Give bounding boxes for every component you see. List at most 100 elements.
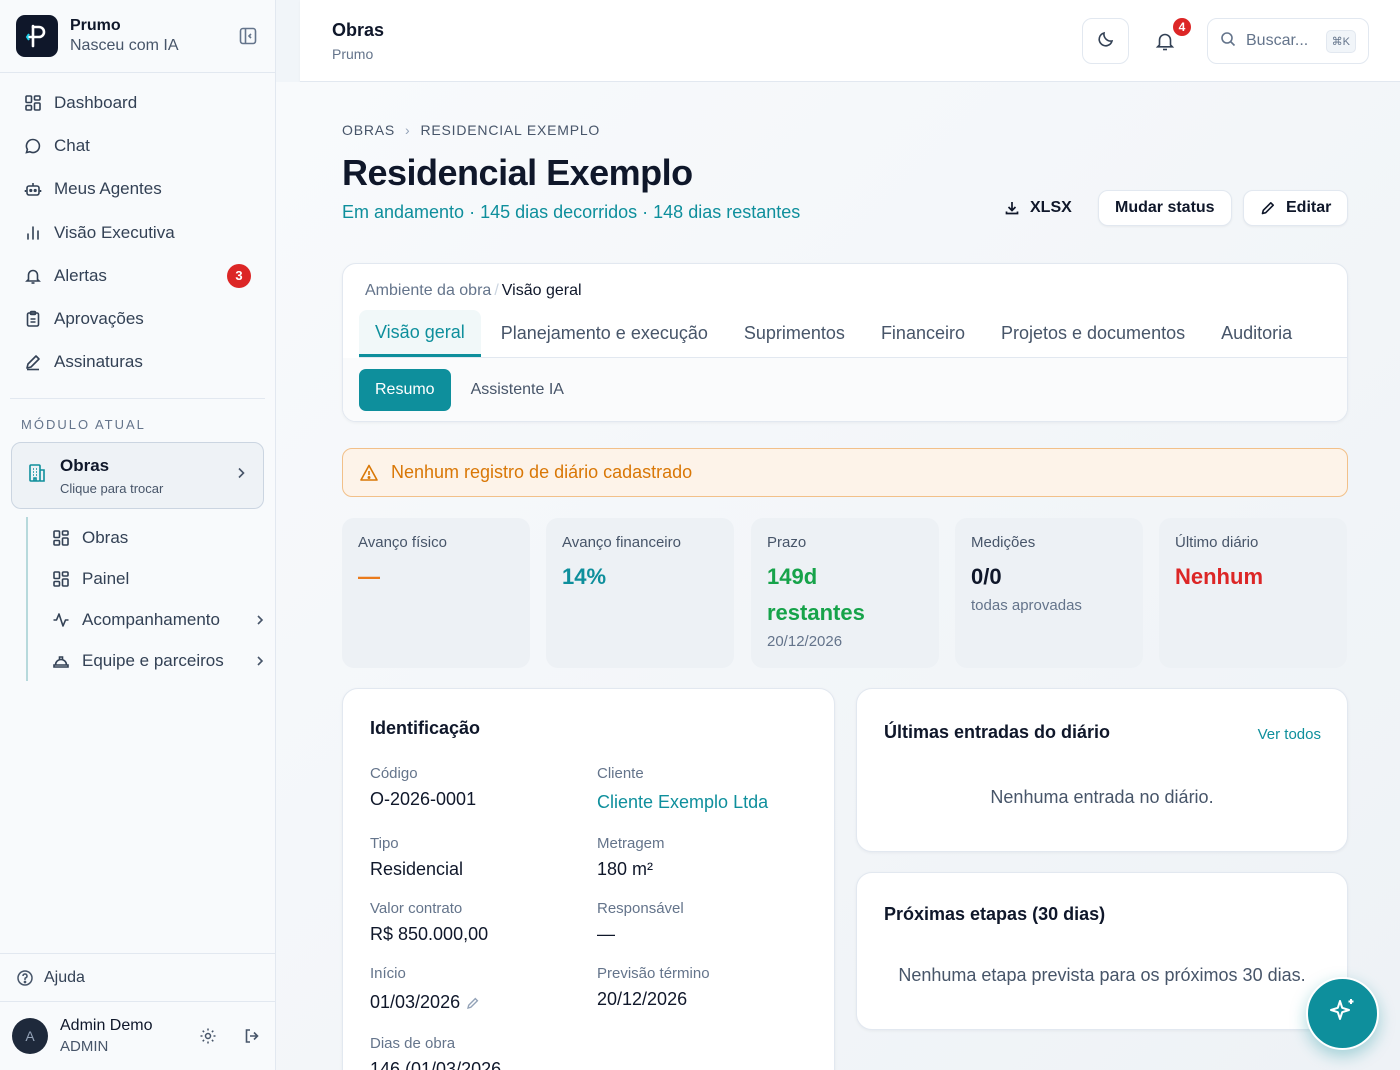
kpi-note: 20/12/2026 xyxy=(767,633,843,650)
env-crumb-current: Visão geral xyxy=(501,282,582,299)
subnav-item-label: Obras xyxy=(82,527,129,547)
change-status-button[interactable]: Mudar status xyxy=(1098,190,1232,226)
kpi-ultimo-diario: Último diário Nenhum xyxy=(1159,518,1347,668)
alert-text: Nenhum registro de diário cadastrado xyxy=(391,462,693,482)
topbar-subtitle: Prumo xyxy=(332,46,374,62)
kpi-medicoes: Medições 0/0 todas aprovadas xyxy=(955,518,1143,668)
chat-icon xyxy=(24,137,42,155)
tab-suprimentos[interactable]: Suprimentos xyxy=(728,310,861,357)
field-value: Residencial xyxy=(370,859,464,879)
field-value: O-2026-0001 xyxy=(370,789,477,809)
avatar[interactable]: A xyxy=(12,1018,48,1054)
tab-projetos[interactable]: Projetos e documentos xyxy=(985,310,1201,357)
breadcrumb-current: RESIDENCIAL EXEMPLO xyxy=(420,122,601,138)
module-switcher[interactable]: Obras Clique para trocar xyxy=(11,442,264,510)
search-placeholder: Buscar... xyxy=(1246,32,1309,49)
tabs-card: Ambiente da obra / Visão geral Visão geral… xyxy=(342,263,1348,422)
etapas-empty-text: Nenhuma etapa prevista para os próximos … xyxy=(898,965,1306,985)
sidebar-item-label: Assinaturas xyxy=(54,352,143,372)
sidebar-item-label: Alertas xyxy=(54,265,107,285)
sidebar-item-dashboard[interactable]: Dashboard xyxy=(0,81,275,124)
robot-icon xyxy=(24,180,42,198)
export-xlsx-button[interactable]: XLSX xyxy=(996,190,1080,226)
sidebar-item-signatures[interactable]: Assinaturas xyxy=(0,341,275,384)
search-icon xyxy=(1220,31,1236,52)
theme-toggle-button[interactable] xyxy=(1082,18,1129,64)
sidebar-item-alerts[interactable]: Alertas 3 xyxy=(0,254,275,297)
sidebar-item-label: Meus Agentes xyxy=(54,179,162,199)
sidebar-item-label: Dashboard xyxy=(54,92,138,112)
help-link[interactable]: Ajuda xyxy=(0,953,275,1001)
tab-planejamento[interactable]: Planejamento e execução xyxy=(485,310,724,357)
field-cliente: Cliente Cliente Exemplo Ltda xyxy=(597,765,768,813)
diario-empty-text: Nenhuma entrada no diário. xyxy=(990,787,1214,807)
tab-auditoria[interactable]: Auditoria xyxy=(1205,310,1308,357)
logo-icon[interactable] xyxy=(16,15,58,57)
kpi-value: — xyxy=(358,564,380,589)
sidebar-item-label: Visão Executiva xyxy=(54,222,175,242)
field-label: Cliente xyxy=(597,765,644,782)
main-nav: Dashboard Chat Meus Agentes Visão Execut… xyxy=(0,73,275,384)
diario-title: Últimas entradas do diário xyxy=(884,722,1111,742)
module-title: Obras xyxy=(60,455,110,475)
view-all-link[interactable]: Ver todos xyxy=(1258,726,1321,743)
kpi-value: 0/0 xyxy=(971,564,1002,589)
subtab-assistente-ia[interactable]: Assistente IA xyxy=(455,369,580,411)
environment-breadcrumb: Ambiente da obra / Visão geral xyxy=(365,282,582,300)
etapas-title: Próximas etapas (30 dias) xyxy=(884,904,1106,924)
building-icon xyxy=(26,462,48,489)
identificacao-title: Identificação xyxy=(370,718,481,738)
field-label: Dias de obra xyxy=(370,1035,456,1052)
edit-button[interactable]: Editar xyxy=(1243,190,1349,226)
field-label: Início xyxy=(370,965,406,982)
help-label: Ajuda xyxy=(44,968,85,986)
etapas-card: Próximas etapas (30 dias) Nenhuma etapa … xyxy=(856,872,1348,1030)
subnav-item-acompanhamento[interactable]: Acompanhamento xyxy=(28,599,275,640)
logout-icon[interactable] xyxy=(241,1025,263,1047)
kpi-label: Medições xyxy=(971,534,1036,551)
field-label: Metragem xyxy=(597,835,665,852)
subtab-bar: Resumo Assistente IA xyxy=(359,369,584,411)
field-inicio: Início 01/03/2026 xyxy=(370,965,480,1013)
diario-card: Últimas entradas do diário Ver todos Nen… xyxy=(856,688,1348,852)
brand-name: Prumo xyxy=(70,17,121,34)
sidebar-item-label: Aprovações xyxy=(54,309,144,329)
kpi-value: 149d restantes xyxy=(767,564,865,625)
hardhat-icon xyxy=(52,652,70,670)
field-value: 180 m² xyxy=(597,859,654,879)
field-metragem: Metragem 180 m² xyxy=(597,835,665,880)
section-label: MÓDULO ATUAL xyxy=(21,417,146,433)
sidebar-item-executive-view[interactable]: Visão Executiva xyxy=(0,211,275,254)
subtab-resumo[interactable]: Resumo xyxy=(359,369,451,411)
kpi-label: Avanço físico xyxy=(358,534,447,551)
chevron-right-icon xyxy=(245,654,275,668)
subnav-item-equipe[interactable]: Equipe e parceiros xyxy=(28,640,275,681)
search-input[interactable]: Buscar... ⌘K xyxy=(1207,18,1369,64)
sidebar-item-approvals[interactable]: Aprovações xyxy=(0,297,275,340)
tab-financeiro[interactable]: Financeiro xyxy=(865,310,981,357)
page-title: Residencial Exemplo xyxy=(342,152,693,193)
sidebar-item-agents[interactable]: Meus Agentes xyxy=(0,168,275,211)
clipboard-icon xyxy=(24,310,42,328)
subnav-item-obras[interactable]: Obras xyxy=(28,517,275,558)
sidebar-item-chat[interactable]: Chat xyxy=(0,124,275,167)
ai-assistant-button[interactable] xyxy=(1306,977,1379,1050)
subnav-item-painel[interactable]: Painel xyxy=(28,558,275,599)
field-value: R$ 850.000,00 xyxy=(370,924,489,944)
crumb-separator: / xyxy=(494,282,499,299)
settings-gear-icon[interactable] xyxy=(197,1025,219,1047)
edit-pencil-icon[interactable] xyxy=(466,996,480,1010)
tab-visao-geral[interactable]: Visão geral xyxy=(359,310,481,357)
field-label: Previsão término xyxy=(597,965,710,982)
alerts-count-badge: 3 xyxy=(227,263,251,288)
pen-icon xyxy=(24,353,42,371)
main-content: OBRAS › RESIDENCIAL EXEMPLO Residencial … xyxy=(276,82,1400,1070)
breadcrumb-obras[interactable]: OBRAS xyxy=(342,122,395,138)
sidebar: Prumo Nasceu com IA Dashboard Chat Meus … xyxy=(0,0,276,1070)
client-link[interactable]: Cliente Exemplo Ltda xyxy=(597,792,768,813)
field-value: 01/03/2026 xyxy=(370,992,461,1012)
collapse-sidebar-icon[interactable] xyxy=(237,25,259,47)
change-status-label: Mudar status xyxy=(1115,199,1215,216)
field-label: Valor contrato xyxy=(370,900,463,917)
env-crumb-parent[interactable]: Ambiente da obra xyxy=(365,282,491,299)
